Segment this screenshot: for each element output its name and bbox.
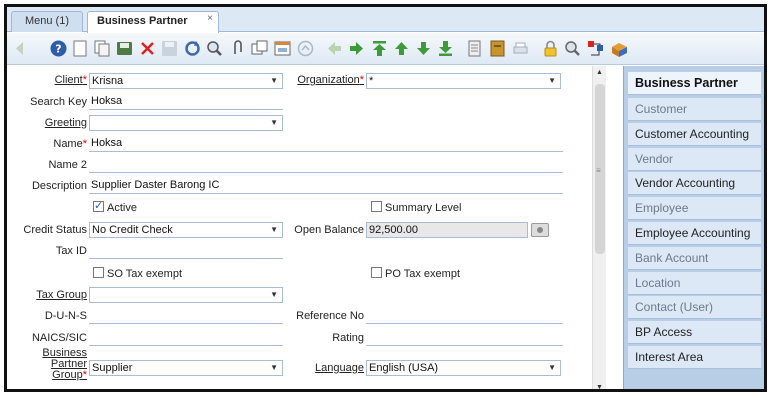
multi-view-icon[interactable] xyxy=(250,39,269,58)
so-tax-exempt-label: SO Tax exempt xyxy=(107,268,182,280)
language-select[interactable]: English (USA) xyxy=(366,360,561,376)
print-icon[interactable] xyxy=(511,39,530,58)
lock-icon[interactable] xyxy=(541,39,560,58)
save-icon[interactable] xyxy=(160,39,179,58)
greeting-label: Greeting xyxy=(44,117,87,129)
find-icon[interactable] xyxy=(205,39,224,58)
previous-icon[interactable] xyxy=(325,39,344,58)
po-tax-exempt-label: PO Tax exempt xyxy=(385,268,460,280)
tab-navigation-panel: Business Partner Customer Customer Accou… xyxy=(623,66,764,389)
nav-interest-area[interactable]: Interest Area xyxy=(628,346,761,369)
refresh-icon[interactable] xyxy=(183,39,202,58)
name-label: Name* xyxy=(53,138,87,150)
business-partner-form: Client* Krisna Organization* * Search Ke… xyxy=(7,66,605,389)
client-label: Client* xyxy=(54,74,87,86)
organization-label: Organization* xyxy=(297,74,364,86)
nav-customer-accounting[interactable]: Customer Accounting xyxy=(628,123,761,146)
organization-select[interactable]: * xyxy=(366,73,561,89)
search-key-field[interactable]: Hoksa xyxy=(89,94,283,110)
home-icon[interactable] xyxy=(296,39,315,58)
nav-customer[interactable]: Customer xyxy=(628,98,761,121)
save-new-icon[interactable] xyxy=(115,39,134,58)
name2-label: Name 2 xyxy=(48,159,87,171)
scroll-grip-icon: ≡ xyxy=(596,166,601,175)
attachment-icon[interactable] xyxy=(228,39,247,58)
zoom-across-icon[interactable] xyxy=(563,39,582,58)
active-checkbox[interactable] xyxy=(93,199,104,212)
summary-level-checkbox[interactable] xyxy=(371,201,382,212)
tab-business-partner[interactable]: Business Partner × xyxy=(87,11,219,33)
last-record-icon[interactable] xyxy=(436,39,455,58)
scroll-down-icon[interactable]: ▼ xyxy=(596,384,603,389)
window-tab-bar: Menu (1) Business Partner × xyxy=(7,7,764,33)
po-tax-exempt-checkbox[interactable] xyxy=(371,267,382,278)
client-select[interactable]: Krisna xyxy=(89,73,283,89)
nav-bp-access[interactable]: BP Access xyxy=(628,321,761,344)
bp-group-select[interactable]: Supplier xyxy=(89,360,283,376)
form-scrollbar[interactable]: ▲ ≡ ▼ xyxy=(592,66,606,389)
search-key-label: Search Key xyxy=(30,96,87,108)
so-tax-exempt-checkbox[interactable] xyxy=(93,267,104,278)
nav-bank-account[interactable]: Bank Account xyxy=(628,247,761,270)
svg-text:?: ? xyxy=(55,43,61,56)
active-label: Active xyxy=(107,202,137,214)
rating-field[interactable] xyxy=(366,330,563,346)
duns-label: D-U-N-S xyxy=(44,310,87,322)
calculator-icon[interactable] xyxy=(531,223,549,237)
report-icon[interactable] xyxy=(465,39,484,58)
parent-record-icon[interactable] xyxy=(392,39,411,58)
toolbar: ? xyxy=(7,33,764,65)
tax-id-field[interactable] xyxy=(89,243,283,259)
delete-icon[interactable] xyxy=(138,39,157,58)
reference-no-field[interactable] xyxy=(366,308,563,324)
close-tab-icon[interactable]: × xyxy=(207,9,213,28)
nav-location[interactable]: Location xyxy=(628,272,761,295)
workflow-icon[interactable] xyxy=(586,39,605,58)
nav-contact-user[interactable]: Contact (User) xyxy=(628,296,761,319)
scroll-up-icon[interactable]: ▲ xyxy=(596,69,603,76)
nav-employee[interactable]: Employee xyxy=(628,197,761,220)
tax-id-label: Tax ID xyxy=(55,245,87,257)
help-icon[interactable]: ? xyxy=(49,39,68,58)
rating-label: Rating xyxy=(332,332,364,344)
nav-business-partner[interactable]: Business Partner xyxy=(628,72,761,95)
detail-record-icon[interactable] xyxy=(414,39,433,58)
credit-status-select[interactable]: No Credit Check xyxy=(89,222,283,238)
credit-status-label: Credit Status xyxy=(23,224,87,236)
history-icon[interactable] xyxy=(273,39,292,58)
bp-group-label: Business Partner Group* xyxy=(15,348,87,381)
product-info-icon[interactable] xyxy=(610,39,629,58)
name-field[interactable]: Hoksa xyxy=(89,136,563,152)
description-label: Description xyxy=(31,180,87,192)
first-record-icon[interactable] xyxy=(370,39,389,58)
application-window: Menu (1) Business Partner × ? Client* Kr… xyxy=(4,4,767,392)
nav-vendor[interactable]: Vendor xyxy=(628,148,761,171)
tab-menu[interactable]: Menu (1) xyxy=(11,11,83,32)
name2-field[interactable] xyxy=(89,157,563,173)
language-label: Language xyxy=(315,362,364,374)
new-record-icon[interactable] xyxy=(71,39,90,58)
duns-field[interactable] xyxy=(89,308,283,324)
tab-business-partner-label: Business Partner xyxy=(97,15,188,27)
bp-group-label-line3: Group* xyxy=(52,369,87,381)
nav-employee-accounting[interactable]: Employee Accounting xyxy=(628,222,761,245)
nav-vendor-accounting[interactable]: Vendor Accounting xyxy=(628,172,761,195)
tax-group-select[interactable] xyxy=(89,287,283,303)
greeting-select[interactable] xyxy=(89,115,283,131)
open-balance-field: 92,500.00 xyxy=(366,222,528,238)
archive-icon[interactable] xyxy=(488,39,507,58)
naics-label: NAICS/SIC xyxy=(31,332,87,344)
description-field[interactable]: Supplier Daster Barong IC xyxy=(89,178,563,194)
tax-group-label: Tax Group xyxy=(36,289,87,301)
open-balance-label: Open Balance xyxy=(294,224,364,236)
summary-level-label: Summary Level xyxy=(385,202,462,214)
next-icon[interactable] xyxy=(347,39,366,58)
naics-field[interactable] xyxy=(89,330,283,346)
reference-no-label: Reference No xyxy=(296,310,364,322)
copy-record-icon[interactable] xyxy=(93,39,112,58)
back-icon[interactable] xyxy=(11,39,30,58)
